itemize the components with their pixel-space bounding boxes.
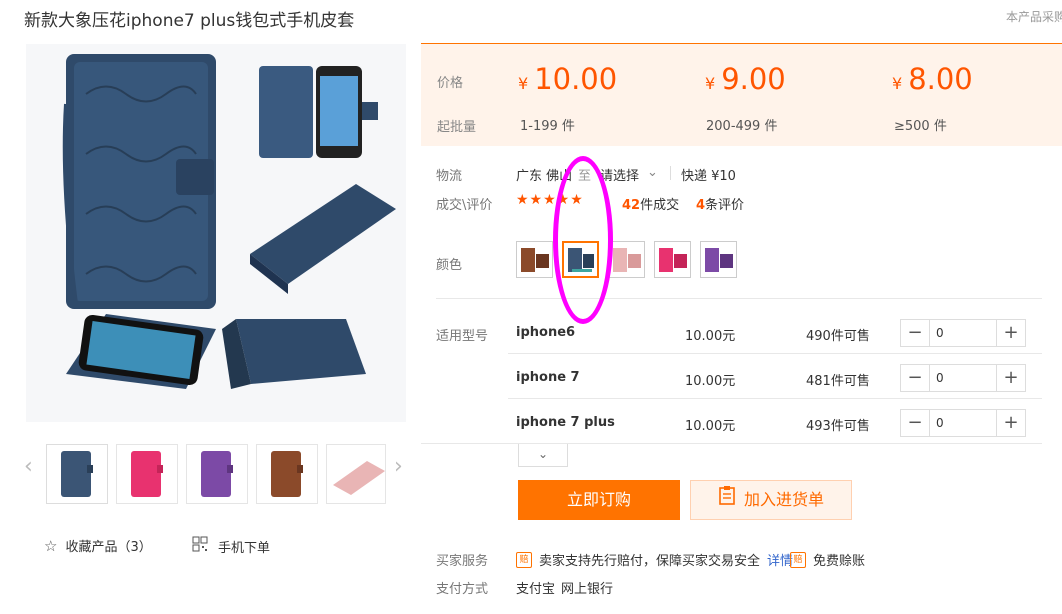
divider [508,353,1042,354]
origin-text: 广东 佛山 [516,169,573,184]
moq-range-3: ≥500 件 [894,119,947,134]
buy-now-button[interactable]: 立即订购 [518,480,680,520]
color-swatch-navy[interactable] [562,241,599,278]
model-stock: 490件可售 [806,329,870,344]
report-link[interactable]: 本产品采购 [1006,8,1062,25]
model-name: iphone 7 [516,370,580,385]
payment-method: 支付宝 [516,582,556,597]
to-text: 至 [578,169,592,184]
model-label: 适用型号 [436,329,489,344]
color-swatch-purple[interactable] [700,241,737,278]
quantity-stepper[interactable]: − 0 + [900,319,1026,347]
logistics-label: 物流 [436,169,463,184]
thumb-prev-icon[interactable]: ‹ [24,454,33,479]
thumb-next-icon[interactable]: › [394,454,403,479]
service-label: 买家服务 [436,554,489,569]
divider [670,166,671,180]
model-price: 10.00元 [685,329,736,344]
increment-button[interactable]: + [997,410,1025,436]
qr-code-icon [192,536,208,556]
model-name: iphone 7 plus [516,415,615,430]
deal-count-suffix: 件成交 [640,198,680,213]
service-guarantee: 赔 卖家支持先行赔付，保障买家交易安全 详情 [516,550,793,569]
payment-method: 网上银行 [561,582,614,597]
color-label: 颜色 [436,258,463,273]
destination-select[interactable]: 请选择 ⌄ [600,165,658,184]
main-product-image[interactable] [26,44,406,422]
increment-button[interactable]: + [997,320,1025,346]
shipping-fee: 快递 ¥10 [681,169,736,184]
price-value: 8.00 [908,62,973,96]
guarantee-text: 卖家支持先行赔付，保障买家交易安全 [539,554,761,569]
expand-models-button[interactable]: ⌄ [518,444,568,467]
favorite-button[interactable]: ☆ 收藏产品（3） [44,536,152,556]
chevron-down-icon: ⌄ [537,447,549,461]
review-count[interactable]: 4条评价 [696,194,744,213]
quantity-stepper[interactable]: − 0 + [900,409,1026,437]
mobile-order-button[interactable]: 手机下单 [192,536,270,556]
decrement-button[interactable]: − [901,320,929,346]
product-photo [26,44,406,422]
model-stock: 493件可售 [806,419,870,434]
credit-text: 免费赊账 [813,554,866,569]
price-label: 价格 [437,76,464,91]
thumbnail-rose[interactable] [116,444,178,504]
review-count-value: 4 [696,198,706,213]
credit-badge-icon: 赔 [790,551,806,568]
moq-range-1: 1-199 件 [520,119,575,134]
deal-count[interactable]: 42件成交 [622,194,679,213]
quantity-input[interactable]: 0 [929,410,997,436]
chevron-down-icon: ⌄ [647,165,658,180]
thumbnail-purple[interactable] [186,444,248,504]
color-swatch-pink[interactable] [608,241,645,278]
rating-stars-icon: ★★★★★ [516,192,584,208]
color-swatch-rose[interactable] [654,241,691,278]
destination-select-label: 请选择 [600,169,640,184]
moq-range-2: 200-499 件 [706,119,778,134]
price-tier-3: ¥8.00 [892,62,973,96]
decrement-button[interactable]: − [901,410,929,436]
quantity-input[interactable]: 0 [929,320,997,346]
divider [436,298,1042,299]
decrement-button[interactable]: − [901,365,929,391]
star-outline-icon: ☆ [44,536,58,555]
price-value: 9.00 [721,62,786,96]
price-value: 10.00 [534,62,618,96]
clipboard-icon [718,481,736,519]
color-swatch-brown[interactable] [516,241,553,278]
model-name: iphone6 [516,325,576,340]
add-to-cart-button[interactable]: 加入进货单 [690,480,852,520]
moq-label: 起批量 [437,120,477,135]
review-count-suffix: 条评价 [705,198,745,213]
model-price: 10.00元 [685,374,736,389]
payment-label: 支付方式 [436,582,489,597]
currency-symbol: ¥ [518,74,529,93]
quantity-input[interactable]: 0 [929,365,997,391]
guarantee-badge-icon: 赔 [516,551,532,568]
model-stock: 481件可售 [806,374,870,389]
add-to-cart-label: 加入进货单 [743,490,824,509]
thumbnail-navy[interactable] [46,444,108,504]
divider [421,443,1042,444]
deal-count-value: 42 [622,198,641,213]
increment-button[interactable]: + [997,365,1025,391]
divider [508,398,1042,399]
price-tier-1: ¥10.00 [518,62,617,96]
currency-symbol: ¥ [705,74,716,93]
deals-label: 成交\评价 [436,198,493,213]
favorite-label: 收藏产品（3） [65,540,152,555]
service-credit: 赔 免费赊账 [790,550,865,569]
thumbnail-brown[interactable] [256,444,318,504]
mobile-order-label: 手机下单 [218,540,271,556]
quantity-stepper[interactable]: − 0 + [900,364,1026,392]
currency-symbol: ¥ [892,74,903,93]
product-title: 新款大象压花iphone7 plus钱包式手机皮套 [24,11,355,31]
model-price: 10.00元 [685,419,736,434]
thumbnail-pink[interactable] [326,444,386,504]
price-tier-2: ¥9.00 [705,62,786,96]
